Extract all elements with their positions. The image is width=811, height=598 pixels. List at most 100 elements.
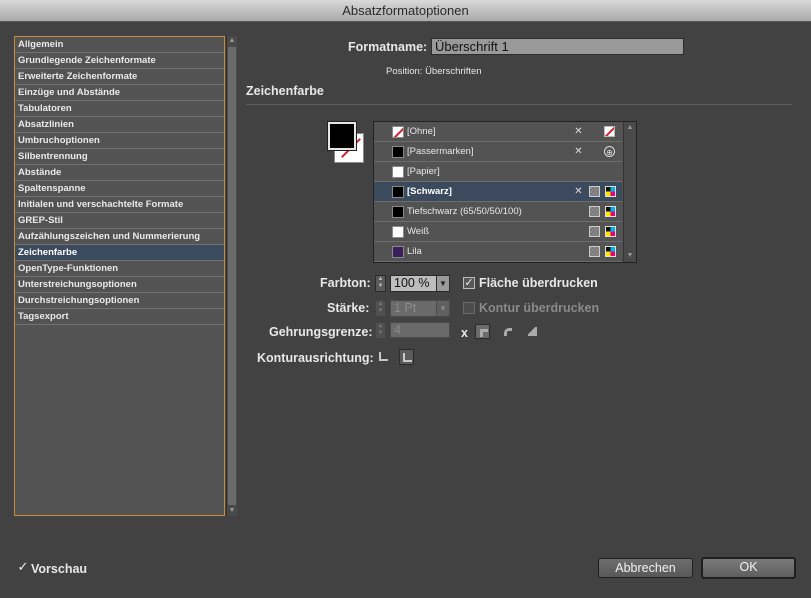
sidebar-item-abstaende[interactable]: Abstände <box>15 165 224 181</box>
scroll-down-arrow-icon[interactable]: ▼ <box>227 506 237 516</box>
swatch-row-papier[interactable]: [Papier] <box>374 162 622 182</box>
sidebar-item-aufzaehlungszeichen[interactable]: Aufzählungszeichen und Nummerierung <box>15 229 224 245</box>
scroll-up-arrow-icon[interactable]: ▲ <box>227 36 237 46</box>
gehrungsgrenze-label: Gehrungsgrenze: <box>269 325 373 339</box>
swatch-row-lila[interactable]: Lila <box>374 242 622 262</box>
sidebar-item-silbentrennung[interactable]: Silbentrennung <box>15 149 224 165</box>
chevron-down-icon[interactable]: ▼ <box>436 301 449 316</box>
bevel-join-icon <box>528 327 537 336</box>
swatch-list[interactable]: [Ohne] ✕ [Passermarken] ✕ ⊕ [Papier] [Sc… <box>373 121 637 263</box>
cmyk-icon <box>605 206 616 217</box>
konturausrichtung-label: Konturausrichtung: <box>257 351 374 365</box>
registration-icon: ⊕ <box>604 146 615 157</box>
cmyk-icon <box>605 246 616 257</box>
swatch-chip <box>392 246 404 258</box>
swatch-name: Weiß <box>407 226 429 237</box>
sidebar-item-tagsexport[interactable]: Tagsexport <box>15 309 224 325</box>
swatch-name: [Papier] <box>407 166 440 177</box>
chevron-down-icon[interactable]: ▼ <box>436 276 449 291</box>
align-outside-button[interactable] <box>399 349 414 365</box>
category-list[interactable]: Allgemein Grundlegende Zeichenformate Er… <box>14 36 225 516</box>
miter-join-icon <box>480 329 488 337</box>
staerke-stepper[interactable]: ▲ ▼ <box>375 300 386 317</box>
swatch-chip <box>392 186 404 198</box>
ok-button[interactable]: OK <box>701 557 796 579</box>
sidebar-item-absatzlinien[interactable]: Absatzlinien <box>15 117 224 133</box>
swatch-row-tiefschwarz[interactable]: Tiefschwarz (65/50/50/100) <box>374 202 622 222</box>
none-swatch-chip <box>392 126 404 138</box>
gehrungsgrenze-value: 4 <box>394 323 401 337</box>
vorschau-label: Vorschau <box>31 562 88 576</box>
process-color-icon <box>589 206 600 217</box>
swatch-name: Lila <box>407 246 422 257</box>
vorschau-checkbox[interactable]: ✓ <box>17 559 29 574</box>
farbton-value: 100 % <box>394 276 430 290</box>
sidebar-item-durchstreichungsoptionen[interactable]: Durchstreichungsoptionen <box>15 293 224 309</box>
process-color-icon <box>589 246 600 257</box>
check-icon: ✓ <box>17 559 29 574</box>
cmyk-icon <box>605 226 616 237</box>
scroll-up-arrow-icon[interactable]: ▲ <box>624 123 636 133</box>
position-text: Position: Überschriften <box>386 66 482 77</box>
swatch-row-weiss[interactable]: Weiß <box>374 222 622 242</box>
sidebar-item-initialen[interactable]: Initialen und verschachtelte Formate <box>15 197 224 213</box>
no-edit-icon: ✕ <box>574 186 583 197</box>
align-center-button[interactable] <box>376 349 391 365</box>
sidebar-item-einzuege-und-abstaende[interactable]: Einzüge und Abstände <box>15 85 224 101</box>
formatname-label: Formatname: <box>348 40 428 54</box>
section-divider <box>246 104 792 105</box>
gehrungsgrenze-stepper[interactable]: ▲ ▼ <box>375 322 386 339</box>
swatch-row-passermarken[interactable]: [Passermarken] ✕ ⊕ <box>374 142 622 162</box>
swatch-name: [Passermarken] <box>407 146 474 157</box>
staerke-value: 1 Pt <box>394 301 417 315</box>
swatch-list-scrollbar[interactable]: ▲ ▼ <box>623 122 636 262</box>
swatch-name: Tiefschwarz (65/50/50/100) <box>407 206 522 217</box>
align-outside-icon <box>403 353 412 362</box>
section-title: Zeichenfarbe <box>246 84 324 98</box>
swatch-row-ohne[interactable]: [Ohne] ✕ <box>374 122 622 142</box>
flaeche-ueberdrucken-label: Fläche überdrucken <box>479 276 598 290</box>
sidebar-item-unterstreichungsoptionen[interactable]: Unterstreichungsoptionen <box>15 277 224 293</box>
sidebar-item-spaltenspanne[interactable]: Spaltenspanne <box>15 181 224 197</box>
sidebar-item-opentype-funktionen[interactable]: OpenType-Funktionen <box>15 261 224 277</box>
sidebar-item-tabulatoren[interactable]: Tabulatoren <box>15 101 224 117</box>
swatch-chip <box>392 146 404 158</box>
formatname-field[interactable]: Überschrift 1 <box>431 38 684 55</box>
check-icon: ✓ <box>464 277 474 289</box>
bevel-join-button[interactable] <box>525 324 540 339</box>
window-title: Absatzformatoptionen <box>342 3 469 18</box>
none-swatch-icon <box>604 126 615 137</box>
fill-swatch[interactable] <box>327 121 357 151</box>
process-color-icon <box>589 186 600 197</box>
swatch-name: [Schwarz] <box>407 186 452 197</box>
staerke-combo[interactable]: 1 Pt ▼ <box>390 300 450 317</box>
swatch-row-schwarz[interactable]: [Schwarz] ✕ <box>374 182 622 202</box>
sidebar-item-umbruchoptionen[interactable]: Umbruchoptionen <box>15 133 224 149</box>
staerke-label: Stärke: <box>327 301 370 315</box>
kontur-ueberdrucken-label: Kontur überdrucken <box>479 301 600 315</box>
scroll-down-arrow-icon[interactable]: ▼ <box>624 251 636 261</box>
gehrungsgrenze-field[interactable]: 4 <box>390 322 450 338</box>
sidebar-item-allgemein[interactable]: Allgemein <box>15 37 224 53</box>
round-join-button[interactable] <box>500 324 515 339</box>
process-color-icon <box>589 226 600 237</box>
farbton-stepper[interactable]: ▲ ▼ <box>375 275 386 292</box>
swatch-chip <box>392 226 404 238</box>
cancel-button[interactable]: Abbrechen <box>598 558 693 578</box>
category-list-scrollbar[interactable]: ▲ ▼ <box>226 36 237 516</box>
no-edit-icon: ✕ <box>574 126 583 137</box>
swatch-chip <box>392 206 404 218</box>
flaeche-ueberdrucken-checkbox[interactable]: ✓ <box>463 277 475 289</box>
sidebar-item-erweiterte-zeichenformate[interactable]: Erweiterte Zeichenformate <box>15 69 224 85</box>
swatch-name: [Ohne] <box>407 126 436 137</box>
farbton-combo[interactable]: 100 % ▼ <box>390 275 450 292</box>
sidebar-item-zeichenfarbe[interactable]: Zeichenfarbe <box>15 245 224 261</box>
sidebar-item-grundlegende-zeichenformate[interactable]: Grundlegende Zeichenformate <box>15 53 224 69</box>
align-center-icon <box>379 352 388 361</box>
sidebar-item-grep-stil[interactable]: GREP-Stil <box>15 213 224 229</box>
window-titlebar: Absatzformatoptionen <box>0 0 811 22</box>
scrollbar-thumb[interactable] <box>228 47 236 505</box>
miter-join-button[interactable] <box>475 324 490 339</box>
kontur-ueberdrucken-checkbox[interactable] <box>463 302 475 314</box>
farbton-label: Farbton: <box>320 276 371 290</box>
